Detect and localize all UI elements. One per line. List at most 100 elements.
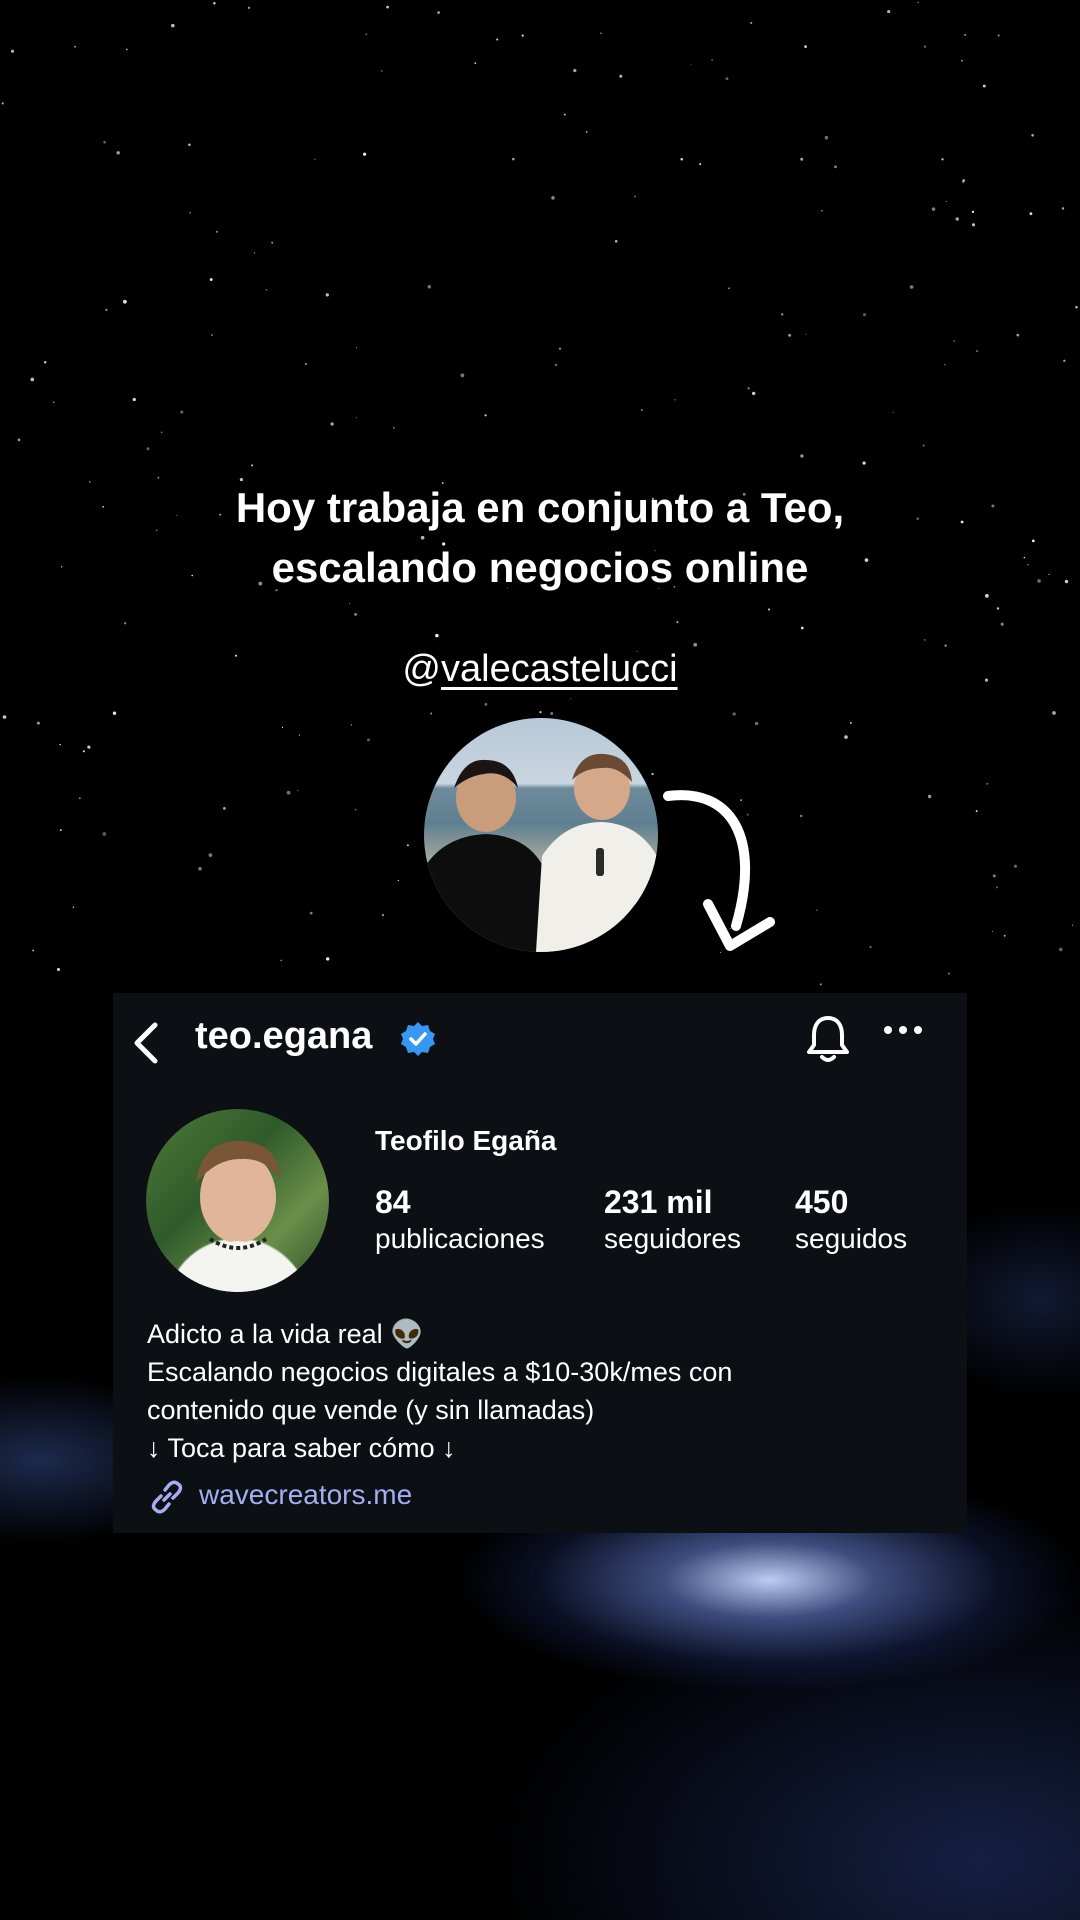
star — [53, 401, 55, 403]
star — [223, 807, 226, 810]
star — [397, 879, 399, 882]
profile-username: teo.egana — [195, 1015, 373, 1057]
star — [892, 411, 894, 414]
stat-followers[interactable]: 231 mil seguidores — [604, 1183, 741, 1257]
creator-handle[interactable]: @valecastelucci — [0, 648, 1080, 691]
star — [82, 750, 85, 753]
star — [437, 11, 440, 14]
star — [386, 5, 389, 9]
star — [350, 724, 353, 726]
star — [484, 414, 487, 417]
star — [74, 45, 77, 48]
star — [986, 782, 989, 785]
star — [996, 886, 998, 889]
star — [123, 299, 127, 304]
star — [732, 712, 736, 716]
star — [680, 158, 683, 161]
star — [208, 853, 213, 857]
star — [189, 211, 192, 214]
star — [800, 454, 804, 458]
group-photo — [424, 718, 658, 952]
star — [1029, 212, 1033, 216]
star — [381, 914, 385, 917]
handle-name[interactable]: valecastelucci — [441, 648, 678, 690]
bell-icon[interactable] — [805, 1013, 851, 1063]
star — [56, 967, 61, 972]
stat-following-value: 450 — [795, 1184, 849, 1220]
two-people-photo — [424, 753, 658, 952]
star — [102, 832, 107, 836]
star — [314, 158, 316, 160]
star — [955, 217, 959, 221]
stat-followers-label: seguidores — [604, 1223, 741, 1254]
bio-line-1: Adicto a la vida real 👽 — [147, 1319, 424, 1349]
star — [348, 603, 351, 605]
star — [363, 152, 367, 156]
star — [869, 945, 872, 949]
star — [563, 113, 566, 116]
star — [1031, 134, 1034, 137]
star — [991, 930, 993, 933]
star — [699, 163, 702, 166]
stat-following[interactable]: 450 seguidos — [795, 1183, 907, 1257]
star — [804, 45, 807, 48]
back-arrow-icon[interactable] — [129, 1021, 165, 1065]
star — [909, 285, 914, 289]
star — [922, 444, 925, 447]
star — [43, 361, 47, 364]
star — [634, 195, 636, 198]
bio-line-2: Escalando negocios digitales a $10-30k/m… — [147, 1357, 733, 1387]
star — [976, 350, 979, 353]
star — [917, 1, 919, 4]
more-options-icon[interactable] — [883, 1023, 923, 1037]
star — [1003, 934, 1006, 937]
star — [297, 790, 299, 792]
star — [975, 810, 978, 813]
star — [961, 59, 963, 62]
star — [941, 158, 944, 161]
star — [982, 84, 986, 88]
star — [160, 431, 163, 434]
star — [651, 772, 654, 776]
profile-bio: Adicto a la vida real 👽 Escalando negoci… — [147, 1315, 947, 1467]
star — [427, 285, 432, 289]
star — [964, 33, 967, 36]
star — [392, 426, 395, 429]
star — [927, 794, 932, 799]
star — [406, 844, 409, 847]
star — [280, 959, 283, 962]
bio-line-4: ↓ Toca para saber cómo ↓ — [147, 1433, 456, 1463]
star — [945, 200, 948, 203]
star — [103, 140, 106, 144]
star — [1075, 305, 1078, 309]
star — [690, 63, 692, 65]
star — [146, 447, 150, 451]
star — [2, 715, 7, 719]
star — [116, 151, 120, 155]
avatar[interactable] — [146, 1109, 329, 1292]
star — [330, 422, 334, 426]
stat-posts[interactable]: 84 publicaciones — [375, 1183, 545, 1257]
star — [355, 416, 358, 419]
star — [124, 622, 127, 625]
star — [931, 207, 936, 211]
star — [944, 364, 946, 366]
star — [36, 721, 40, 725]
star — [72, 906, 75, 908]
star — [754, 721, 759, 726]
headline-line-2: escalando negocios online — [271, 544, 809, 591]
star — [430, 712, 433, 715]
star — [298, 734, 300, 736]
star — [435, 633, 439, 638]
star — [962, 179, 965, 182]
star — [381, 70, 383, 72]
starfield — [1, 1, 1078, 996]
star — [728, 287, 730, 289]
star — [521, 34, 524, 37]
star — [750, 21, 753, 24]
profile-link-text[interactable]: wavecreators.me — [199, 1479, 412, 1511]
star — [551, 196, 555, 200]
star — [619, 74, 623, 78]
star — [862, 461, 866, 465]
star — [188, 143, 191, 147]
